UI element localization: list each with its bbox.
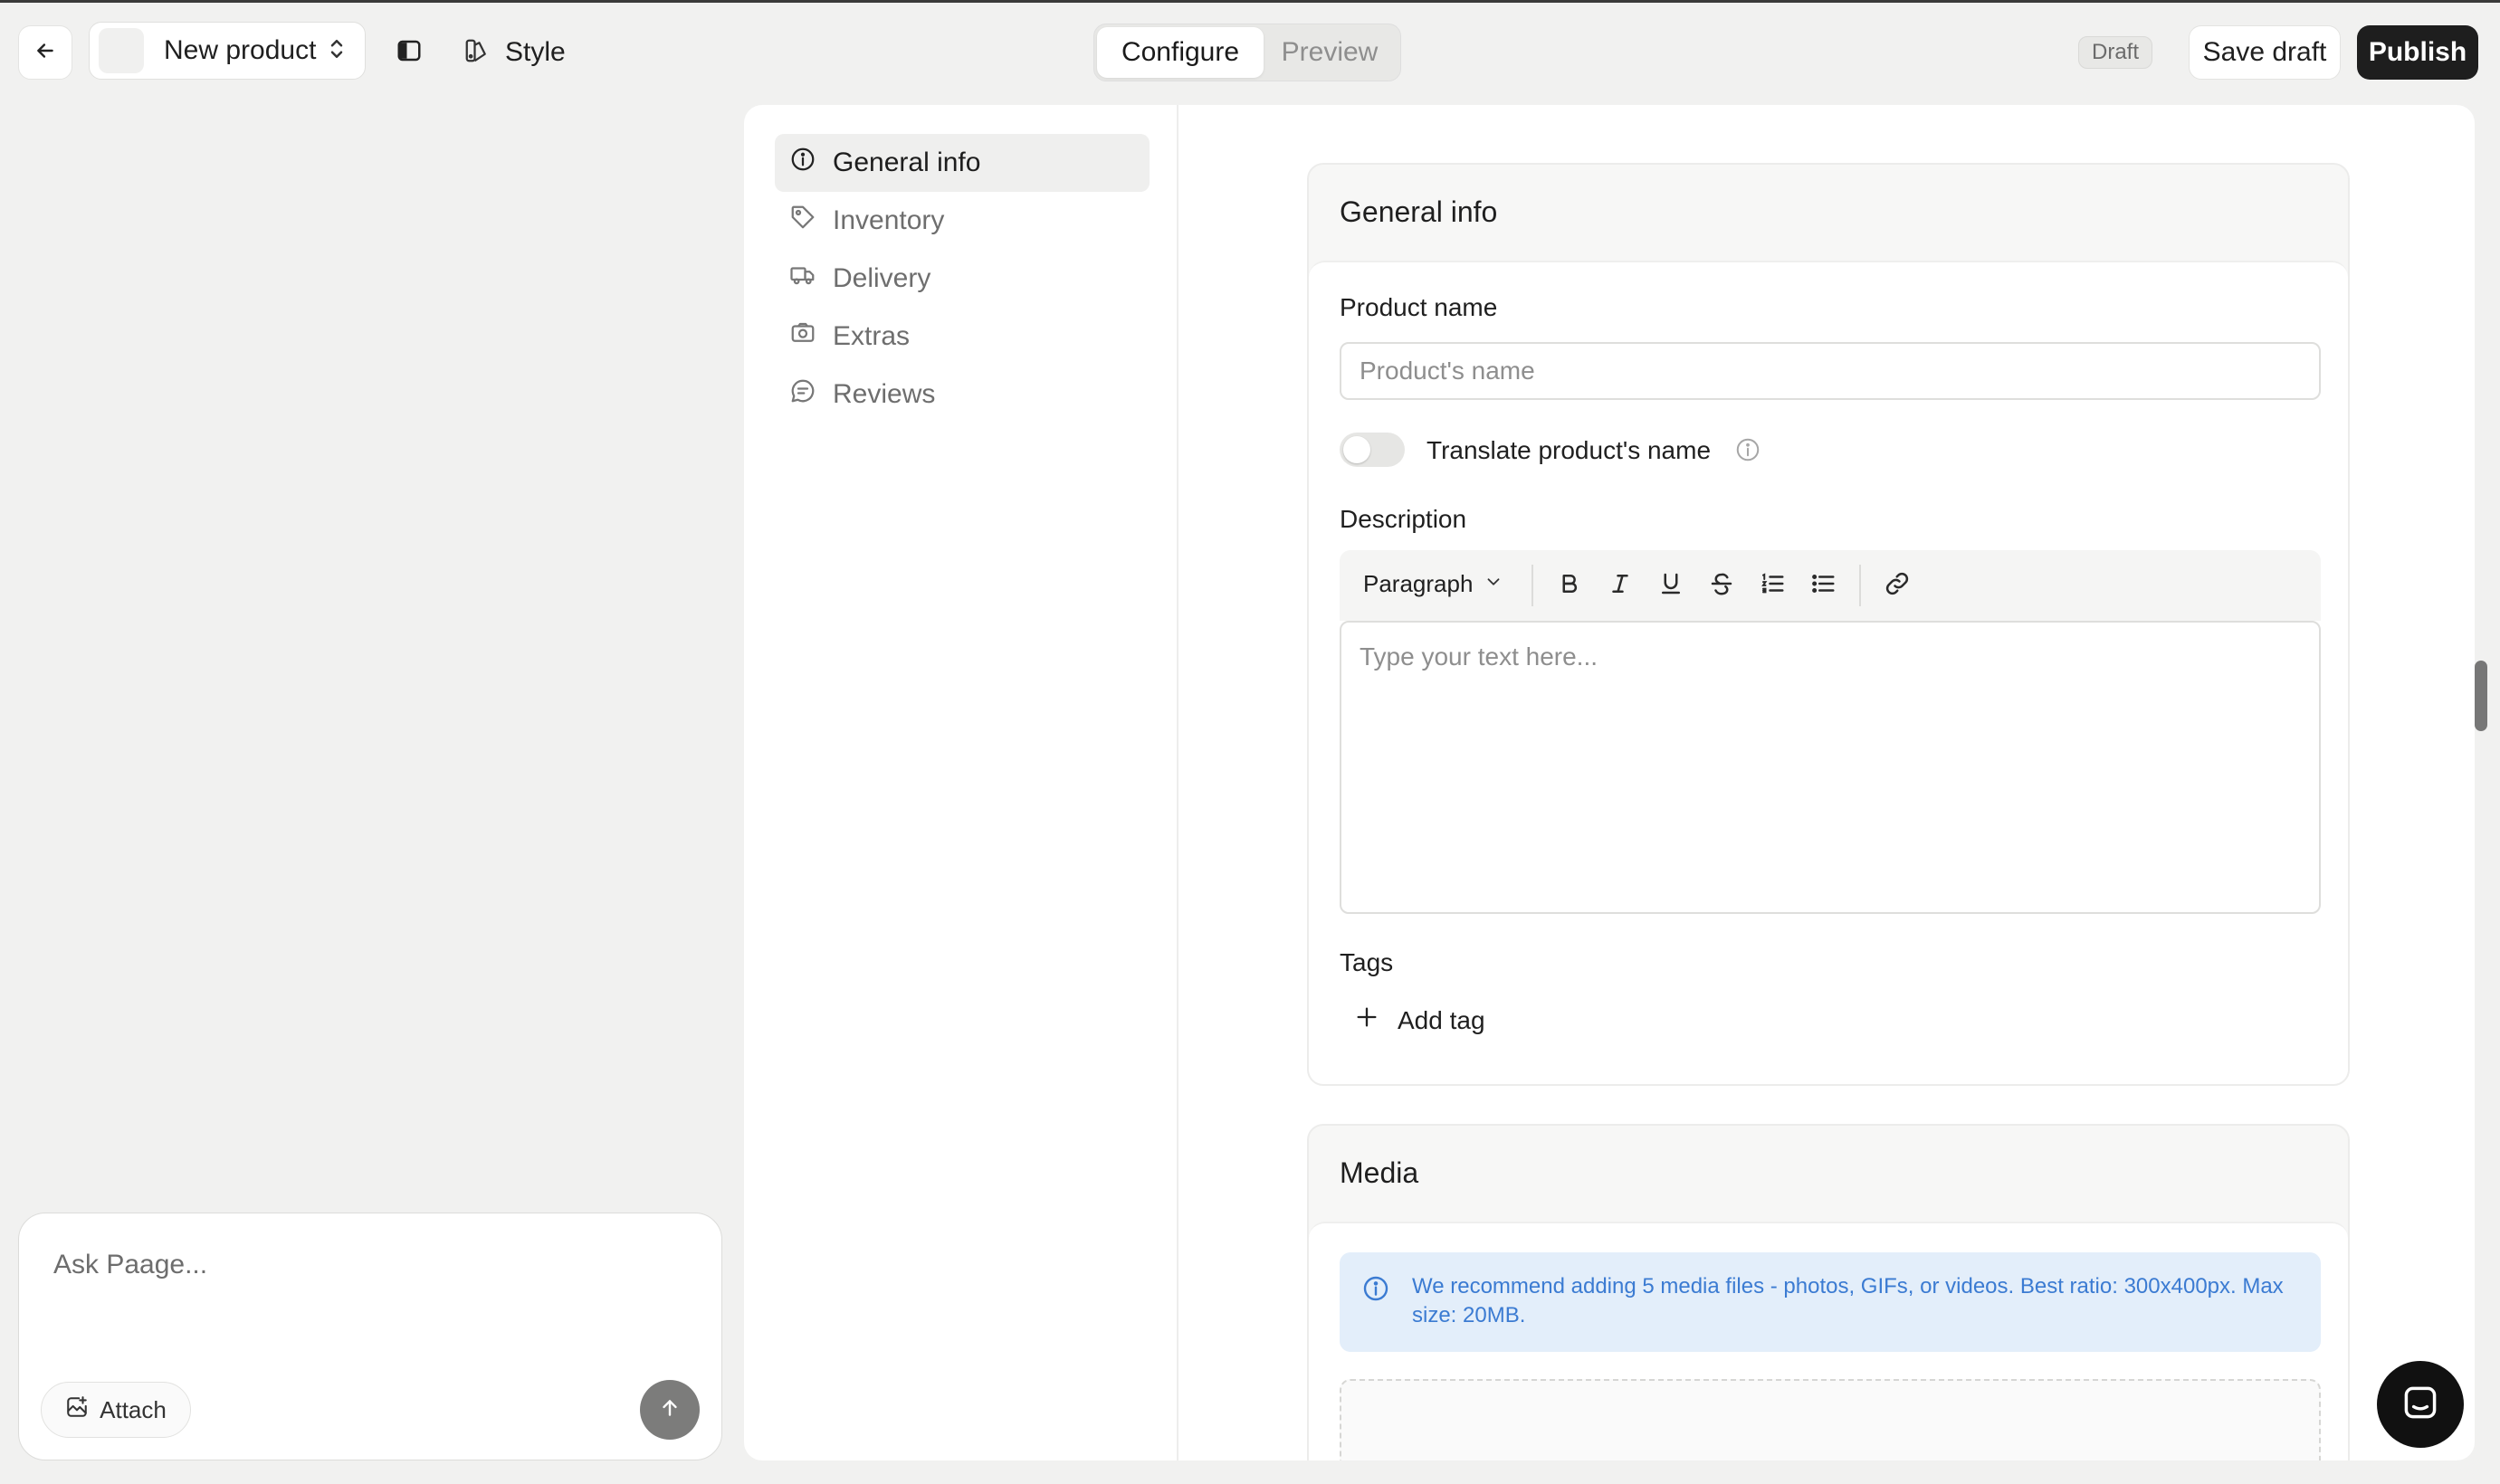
back-button[interactable]	[18, 25, 72, 80]
sidebar-item-inventory[interactable]: Inventory	[775, 192, 1150, 250]
image-add-icon	[65, 1395, 89, 1425]
strikethrough-icon	[1708, 570, 1735, 602]
chat-input[interactable]: Ask Paage...	[53, 1250, 207, 1280]
product-switcher-label: New product	[164, 35, 317, 65]
bullet-list-icon	[1809, 570, 1837, 602]
plus-icon	[1354, 1004, 1379, 1036]
media-dropzone[interactable]	[1340, 1379, 2321, 1460]
media-card: Media We recommend adding 5 media files …	[1307, 1124, 2350, 1460]
info-icon	[789, 146, 816, 180]
underline-button[interactable]	[1655, 569, 1687, 602]
sidebar-panel-icon	[396, 37, 423, 69]
italic-button[interactable]	[1604, 569, 1636, 602]
general-info-title: General info	[1340, 195, 1498, 228]
window-top-edge	[0, 0, 2500, 3]
link-icon	[1884, 570, 1911, 602]
attach-label: Attach	[100, 1395, 167, 1423]
media-body: We recommend adding 5 media files - phot…	[1309, 1222, 2348, 1460]
tab-preview[interactable]: Preview	[1264, 27, 1396, 78]
attach-button[interactable]: Attach	[41, 1382, 191, 1438]
camera-icon	[789, 319, 816, 354]
underline-icon	[1657, 570, 1684, 602]
link-button[interactable]	[1881, 569, 1913, 602]
palette-icon	[463, 37, 491, 69]
general-info-body: Product name Translate product's name De…	[1309, 261, 2348, 1084]
sidebar-item-label: Reviews	[833, 379, 936, 409]
mode-switch: Configure Preview	[1093, 24, 1401, 81]
tag-icon	[789, 204, 816, 238]
italic-icon	[1607, 570, 1634, 602]
paragraph-select[interactable]: Paragraph	[1363, 570, 1503, 598]
tab-configure[interactable]: Configure	[1097, 27, 1264, 78]
translate-label: Translate product's name	[1427, 436, 1712, 464]
chat-widget-icon	[2400, 1383, 2440, 1427]
product-switcher[interactable]: New product	[89, 22, 366, 80]
add-tag-label: Add tag	[1398, 1005, 1485, 1034]
send-button[interactable]	[640, 1380, 700, 1440]
media-info-alert: We recommend adding 5 media files - phot…	[1340, 1252, 2321, 1352]
media-title: Media	[1340, 1156, 1419, 1189]
sidebar-item-delivery[interactable]: Delivery	[775, 250, 1150, 308]
sidebar-item-extras[interactable]: Extras	[775, 308, 1150, 366]
support-chat-button[interactable]	[2377, 1361, 2464, 1448]
sidebar-item-label: Inventory	[833, 205, 945, 235]
ordered-list-icon	[1759, 570, 1786, 602]
sidebar-item-label: General info	[833, 147, 981, 177]
toolbar-divider	[1531, 565, 1533, 606]
ordered-list-button[interactable]	[1756, 569, 1789, 602]
add-tag-button[interactable]: Add tag	[1354, 1004, 1485, 1036]
translate-toggle[interactable]	[1340, 433, 1405, 467]
style-button[interactable]: Style	[463, 31, 566, 74]
sidebar-item-label: Delivery	[833, 263, 931, 293]
toggle-knob	[1343, 436, 1370, 463]
truck-icon	[789, 262, 816, 296]
arrow-up-icon	[658, 1396, 682, 1424]
chevron-down-icon	[1484, 570, 1503, 598]
chevron-up-down-icon	[327, 35, 347, 67]
paragraph-select-value: Paragraph	[1363, 570, 1474, 597]
general-info-card: General info Product name Translate prod…	[1307, 163, 2350, 1086]
info-icon[interactable]	[1734, 436, 1761, 468]
section-nav: General info Inventory Delivery Extras R…	[744, 105, 1178, 1460]
sidebar-item-reviews[interactable]: Reviews	[775, 366, 1150, 423]
description-editor[interactable]: Type your text here...	[1340, 621, 2321, 914]
bold-button[interactable]	[1553, 569, 1586, 602]
media-alert-text: We recommend adding 5 media files - phot…	[1412, 1274, 2284, 1327]
status-badge: Draft	[2078, 36, 2153, 69]
strikethrough-button[interactable]	[1705, 569, 1738, 602]
product-name-label: Product name	[1340, 293, 1498, 321]
sidebar-toggle-button[interactable]	[391, 34, 427, 71]
editor-panel: General info Inventory Delivery Extras R…	[744, 105, 2475, 1460]
bold-icon	[1556, 570, 1583, 602]
description-placeholder: Type your text here...	[1360, 642, 1598, 671]
sidebar-item-general-info[interactable]: General info	[775, 134, 1150, 192]
toolbar-divider	[1859, 565, 1861, 606]
scrollbar[interactable]	[2475, 661, 2487, 731]
sidebar-item-label: Extras	[833, 321, 911, 351]
save-draft-button[interactable]: Save draft	[2189, 25, 2341, 80]
description-label: Description	[1340, 505, 1467, 533]
tags-label: Tags	[1340, 948, 1394, 976]
style-label: Style	[505, 37, 566, 67]
ai-chat-box: Ask Paage... Attach	[18, 1213, 722, 1460]
chat-bubble-icon	[789, 377, 816, 412]
info-icon	[1361, 1274, 1390, 1311]
publish-button[interactable]: Publish	[2357, 25, 2478, 80]
editor-toolbar: Paragraph	[1340, 550, 2321, 621]
bullet-list-button[interactable]	[1807, 569, 1839, 602]
product-thumbnail	[99, 28, 144, 73]
product-name-input[interactable]	[1340, 342, 2321, 400]
arrow-left-icon	[33, 39, 57, 67]
